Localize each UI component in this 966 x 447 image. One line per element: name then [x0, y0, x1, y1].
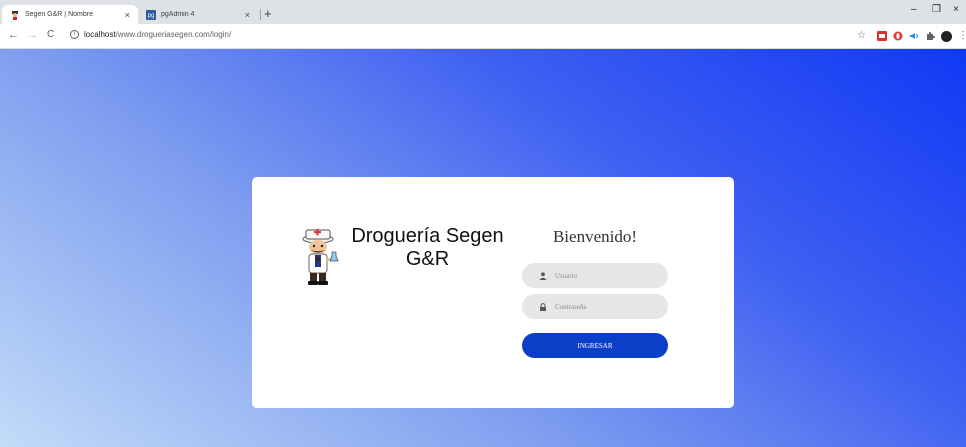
puzzle-extensions-icon[interactable]: [925, 31, 935, 41]
password-field[interactable]: [522, 294, 668, 319]
login-submit-button[interactable]: INGRESAR: [522, 333, 668, 358]
tab-pgadmin[interactable]: pg pgAdmin 4 ×: [138, 5, 258, 24]
browser-tab-strip: Segen G&R | Nombre × pg pgAdmin 4 × + – …: [0, 0, 966, 24]
brand-name-line1: Droguería Segen: [351, 225, 504, 247]
tab-title: Segen G&R | Nombre: [25, 11, 93, 18]
back-button[interactable]: ←: [8, 29, 19, 41]
site-info-icon[interactable]: i: [70, 30, 79, 39]
mascot-favicon-icon: [12, 10, 18, 20]
password-input[interactable]: [555, 302, 655, 311]
url-path: /www.drogueriasegen.com/login/: [115, 30, 232, 39]
maximize-button[interactable]: ❐: [932, 4, 941, 15]
lock-icon: [540, 302, 546, 311]
browser-menu-icon[interactable]: ⋮: [958, 30, 966, 41]
pharmacist-mascot-logo: [302, 228, 339, 285]
close-window-button[interactable]: ×: [953, 4, 959, 15]
tab-divider: [260, 9, 261, 20]
extension-red-icon[interactable]: [877, 31, 887, 41]
username-input[interactable]: [555, 271, 655, 280]
minimize-button[interactable]: –: [911, 4, 917, 15]
tab-title: pgAdmin 4: [161, 11, 195, 18]
welcome-heading: Bienvenido!: [552, 227, 638, 246]
brand-name: Droguería Segen G&R: [340, 225, 515, 271]
browser-toolbar: ← → C i localhost/www.drogueriasegen.com…: [0, 24, 966, 49]
bookmark-star-icon[interactable]: ☆: [857, 30, 866, 41]
login-page-background: Droguería Segen G&R Bienvenido! INGRESAR: [0, 49, 966, 447]
sound-extension-icon[interactable]: [909, 31, 919, 41]
forward-button[interactable]: →: [27, 29, 38, 41]
url-host: localhost: [84, 30, 116, 39]
new-tab-button[interactable]: +: [264, 6, 272, 21]
username-field[interactable]: [522, 263, 668, 288]
svg-text:pg: pg: [148, 13, 155, 19]
brand-name-line2: G&R: [405, 248, 450, 270]
reload-button[interactable]: C: [47, 29, 54, 40]
tab-close-icon[interactable]: ×: [245, 10, 250, 20]
profile-avatar-icon[interactable]: [941, 31, 952, 42]
login-card: Droguería Segen G&R Bienvenido! INGRESAR: [252, 177, 734, 408]
tab-segen-login[interactable]: Segen G&R | Nombre ×: [2, 5, 138, 24]
address-bar[interactable]: i localhost/www.drogueriasegen.com/login…: [70, 30, 231, 39]
pgadmin-favicon-icon: pg: [146, 9, 156, 20]
brand-block: Droguería Segen G&R: [298, 225, 513, 295]
opera-extension-icon[interactable]: [893, 31, 903, 41]
tab-close-icon[interactable]: ×: [125, 10, 130, 20]
user-icon: [539, 271, 547, 280]
